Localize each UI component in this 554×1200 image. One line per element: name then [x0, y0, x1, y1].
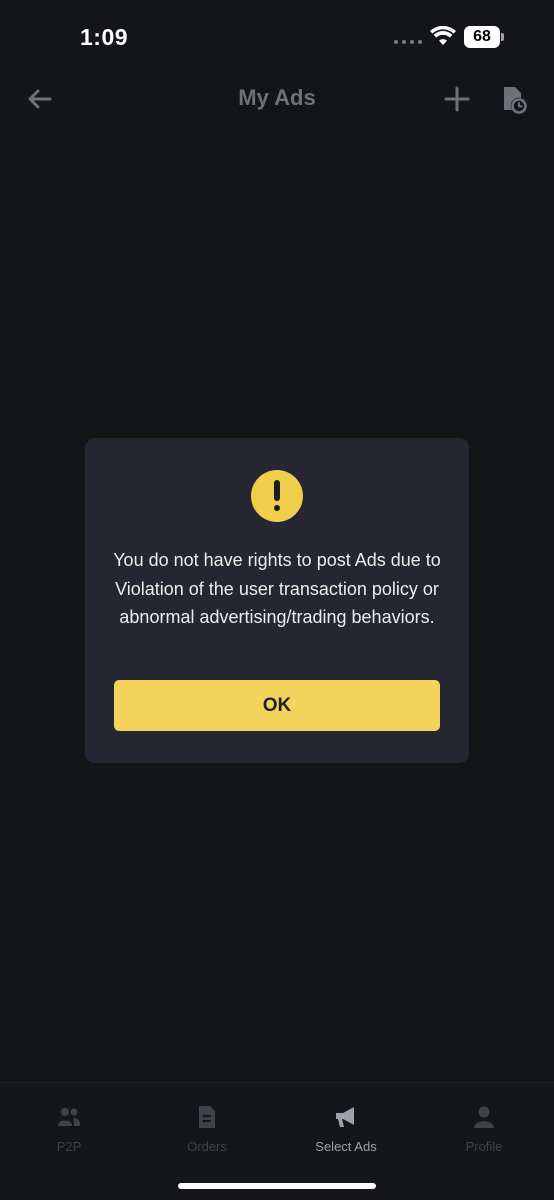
document-clock-icon[interactable] [500, 84, 528, 114]
megaphone-icon [336, 1107, 354, 1127]
tab-orders[interactable]: Orders [138, 1083, 276, 1163]
screen: 1:09 68 My Ads You do not have rights to… [0, 0, 554, 1200]
users-icon [58, 1108, 80, 1126]
ok-button[interactable]: OK [114, 680, 440, 731]
cellular-signal-icon [394, 40, 422, 44]
tab-label: Orders [187, 1139, 227, 1154]
status-bar: 1:09 68 [0, 0, 554, 76]
tab-p2p[interactable]: P2P [0, 1083, 138, 1163]
document-icon [199, 1106, 215, 1128]
battery-icon: 68 [464, 26, 504, 48]
tab-select-ads[interactable]: Select Ads [277, 1083, 415, 1163]
nav-bar: My Ads [0, 76, 554, 122]
tab-label: P2P [56, 1139, 82, 1154]
warning-icon [251, 470, 303, 522]
tab-label: Profile [465, 1139, 503, 1154]
alert-dialog: You do not have rights to post Ads due t… [85, 438, 469, 763]
person-icon [474, 1106, 494, 1128]
plus-icon[interactable] [443, 85, 471, 113]
home-indicator [178, 1183, 376, 1189]
wifi-icon [430, 26, 456, 45]
dialog-message: You do not have rights to post Ads due t… [113, 550, 441, 627]
status-time: 1:09 [80, 24, 129, 50]
tab-profile[interactable]: Profile [415, 1083, 553, 1163]
tab-label: Select Ads [315, 1139, 377, 1154]
battery-level: 68 [473, 28, 491, 45]
